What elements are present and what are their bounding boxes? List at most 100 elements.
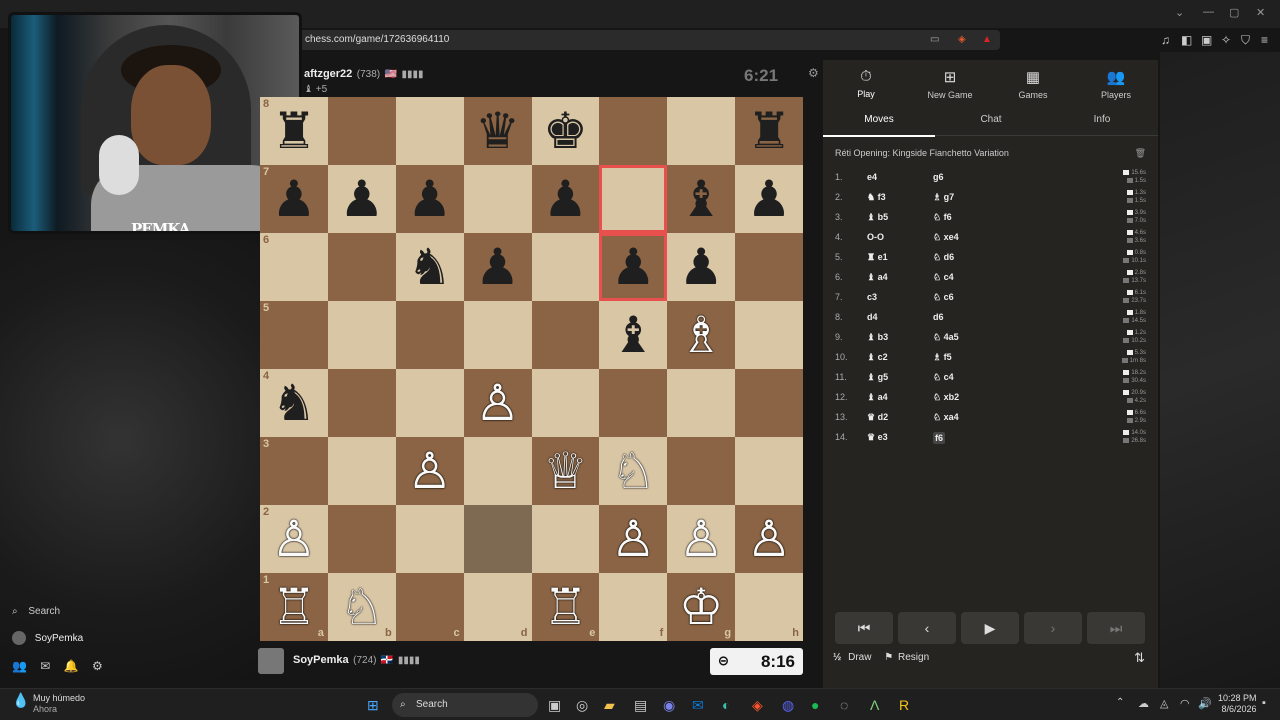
square-b5[interactable] [327, 301, 396, 369]
brave-icon[interactable]: ◈ [752, 697, 763, 714]
white-piece[interactable]: ♙ [407, 446, 452, 496]
black-piece[interactable]: ♞ [407, 242, 452, 292]
square-h3[interactable] [735, 437, 803, 505]
black-move[interactable]: ♘ xb2 [933, 392, 959, 403]
wifi-icon[interactable]: ◠ [1180, 697, 1190, 710]
extensions-icon[interactable]: ✧ [1221, 33, 1231, 47]
white-move[interactable]: O-O [867, 232, 884, 242]
square-d8[interactable]: ♛ [463, 97, 532, 165]
tab-chat[interactable]: Chat [935, 114, 1047, 125]
next-move-button[interactable]: › [1024, 612, 1082, 644]
copilot-icon[interactable]: ◎ [576, 697, 588, 714]
address-bar[interactable]: chess.com/game/172636964110 ▭ ◈ ▲ [296, 30, 1000, 50]
discord-icon[interactable]: ◍ [782, 697, 794, 714]
square-b1[interactable]: b ♘ [327, 573, 396, 641]
square-b6[interactable] [327, 233, 396, 301]
white-move[interactable]: c3 [867, 292, 877, 302]
nav-play[interactable]: ⏱ Play [831, 68, 901, 99]
draw-button[interactable]: Draw [848, 652, 871, 663]
square-g1[interactable]: g ♔ [667, 573, 736, 641]
white-piece[interactable]: ♘ [611, 446, 656, 496]
friends-icon[interactable]: 👥 [12, 659, 27, 673]
cloud-icon[interactable]: ☁ [1138, 697, 1149, 710]
square-e8[interactable]: ♚ [531, 97, 600, 165]
black-piece[interactable]: ♟ [407, 174, 452, 224]
square-h5[interactable] [735, 301, 803, 369]
store-icon[interactable]: ▤ [634, 697, 647, 714]
black-move[interactable]: ♘ xe4 [933, 232, 959, 243]
square-h6[interactable] [735, 233, 803, 301]
last-move-button[interactable]: ⏭ [1087, 612, 1145, 644]
brave-shield-icon[interactable]: ◈ [958, 34, 966, 45]
system-clock[interactable]: 10:28 PM 8/6/2026 [1218, 693, 1257, 715]
square-d6[interactable]: ♟ [463, 233, 532, 301]
square-g3[interactable] [667, 437, 736, 505]
square-h1[interactable]: h [735, 573, 803, 641]
square-a3[interactable]: 3 [260, 437, 328, 505]
chess-board[interactable]: 8 ♜ ♛ ♚ ♜ 7 ♟ ♟ ♟ ♟ ♝ ♟ 6 ♞ ♟ ♟ ♟ 5 ♝ ♗ 4 ♞ ♙ 3 ♙ ♕ ♘ 2 ♙ ♙ ♙ ♙ 1 a ♖ b ♘ c d e… [260, 97, 803, 641]
square-a8[interactable]: 8 ♜ [260, 97, 328, 165]
square-b4[interactable] [327, 369, 396, 437]
settings-icon[interactable]: ⚙ [92, 659, 103, 673]
maximize-icon[interactable]: ▢ [1229, 6, 1239, 19]
square-g6[interactable]: ♟ [667, 233, 736, 301]
white-piece[interactable]: ♙ [272, 514, 317, 564]
black-piece[interactable]: ♛ [475, 106, 520, 156]
play-button[interactable]: ▶ [961, 612, 1019, 644]
square-g4[interactable] [667, 369, 736, 437]
nav-games[interactable]: ▦ Games [998, 68, 1068, 100]
cast-icon[interactable]: ▭ [930, 34, 939, 45]
black-piece[interactable]: ♟ [747, 174, 792, 224]
square-c7[interactable]: ♟ [395, 165, 464, 233]
black-move[interactable]: ♗ f5 [933, 352, 952, 363]
white-move[interactable]: ♛ d2 [867, 412, 888, 423]
minimize-icon[interactable]: — [1203, 6, 1214, 18]
white-move[interactable]: ♝ b3 [867, 332, 888, 343]
square-d7[interactable] [463, 165, 532, 233]
white-move[interactable]: ♝ a4 [867, 272, 888, 283]
teams-icon[interactable]: ◉ [663, 697, 675, 714]
flip-board-icon[interactable]: ⇅ [1134, 650, 1145, 666]
square-a5[interactable]: 5 [260, 301, 328, 369]
folder-icon[interactable]: ▰ [604, 697, 615, 714]
bottom-player-name[interactable]: SoyPemka [293, 654, 349, 666]
network-icon[interactable]: ◬ [1160, 697, 1168, 710]
square-c1[interactable]: c [395, 573, 464, 641]
black-piece[interactable]: ♜ [272, 106, 317, 156]
square-a4[interactable]: 4 ♞ [260, 369, 328, 437]
resign-button[interactable]: Resign [898, 652, 929, 663]
chevron-up-icon[interactable]: ⌃ [1116, 697, 1124, 708]
chevron-down-icon[interactable]: ⌄ [1175, 6, 1184, 19]
square-e1[interactable]: e ♖ [531, 573, 600, 641]
black-move[interactable]: ♘ f6 [933, 212, 952, 223]
square-b3[interactable] [327, 437, 396, 505]
white-piece[interactable]: ♖ [272, 582, 317, 632]
square-a2[interactable]: 2 ♙ [260, 505, 328, 573]
white-move[interactable]: d4 [867, 312, 878, 322]
volume-icon[interactable]: 🔊 [1198, 697, 1212, 710]
black-move[interactable]: g6 [933, 172, 944, 182]
mail-icon[interactable]: ✉ [40, 659, 50, 673]
white-piece[interactable]: ♗ [679, 310, 724, 360]
black-piece[interactable]: ♝ [679, 174, 724, 224]
black-piece[interactable]: ♟ [543, 174, 588, 224]
black-piece[interactable]: ♟ [475, 242, 520, 292]
menu-icon[interactable]: ≡ [1261, 33, 1268, 47]
square-f4[interactable] [599, 369, 668, 437]
square-e7[interactable]: ♟ [531, 165, 600, 233]
square-f1[interactable]: f [599, 573, 668, 641]
app-icon[interactable]: Λ [870, 697, 879, 713]
white-piece[interactable]: ♙ [611, 514, 656, 564]
nav-new-game[interactable]: ⊞ New Game [915, 68, 985, 100]
square-g5[interactable]: ♗ [667, 301, 736, 369]
taskbar-search[interactable]: ⌕ Search [392, 693, 538, 717]
square-f7[interactable] [599, 165, 668, 233]
spotify-icon[interactable]: ● [811, 697, 819, 713]
square-c5[interactable] [395, 301, 464, 369]
windows-start-icon[interactable]: ⊞ [367, 697, 379, 714]
square-e6[interactable] [531, 233, 600, 301]
square-c6[interactable]: ♞ [395, 233, 464, 301]
square-h8[interactable]: ♜ [735, 97, 803, 165]
white-piece[interactable]: ♔ [679, 582, 724, 632]
obs-icon[interactable]: ◌ [840, 697, 848, 713]
